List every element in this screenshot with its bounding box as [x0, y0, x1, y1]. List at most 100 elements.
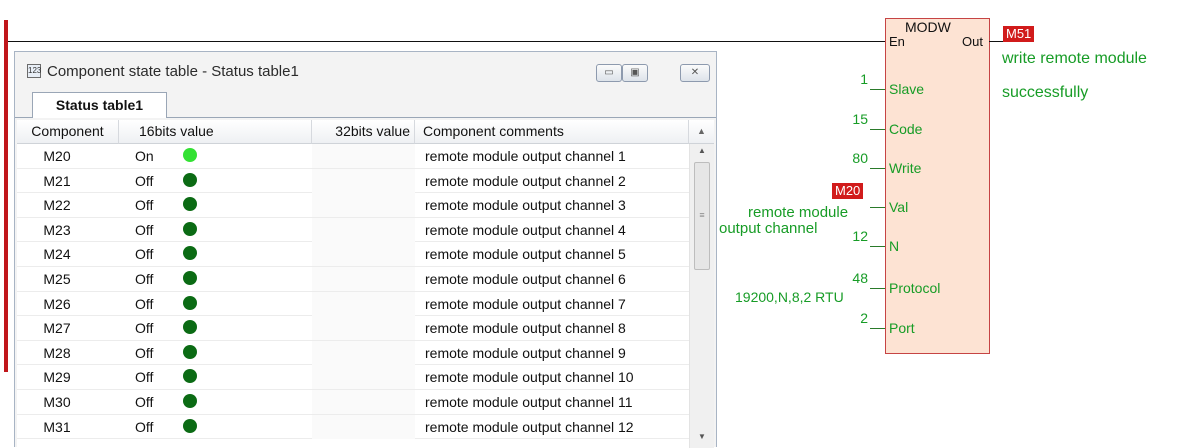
- status-led-icon[interactable]: [183, 246, 197, 261]
- cell-16bits-value: Off: [135, 369, 154, 386]
- pin-value-slave[interactable]: 1: [860, 71, 868, 87]
- pin-wire: [870, 328, 885, 329]
- cell-comment: remote module output channel 6: [425, 271, 626, 287]
- status-led-icon[interactable]: [183, 344, 197, 359]
- protocol-comment: 19200,N,8,2 RTU: [735, 289, 844, 305]
- pin-wire: [870, 89, 885, 90]
- pin-label-slave: Slave: [889, 81, 925, 97]
- pin-label-val: Val: [889, 199, 909, 215]
- cell-32bits-value: [312, 242, 415, 267]
- cell-16bits-value: Off: [135, 197, 154, 214]
- pin-value-protocol[interactable]: 48: [852, 270, 868, 286]
- status-led-icon[interactable]: [183, 271, 197, 285]
- table-row[interactable]: M24 Off remote module output channel 5: [17, 242, 689, 267]
- cell-comment: remote module output channel 2: [425, 172, 626, 189]
- table-row[interactable]: M26 Off remote module output channel 7: [17, 291, 689, 317]
- pin-value-port[interactable]: 2: [860, 310, 868, 326]
- cell-component: M27: [43, 320, 71, 337]
- status-led-icon[interactable]: [183, 172, 197, 187]
- table-row[interactable]: M23 Off remote module output channel 4: [17, 217, 689, 243]
- modw-function-block[interactable]: [885, 18, 990, 354]
- cell-component: M24: [43, 246, 71, 263]
- status-table-window: 123 Component state table - Status table…: [14, 51, 717, 448]
- cell-component: M28: [43, 344, 71, 361]
- vertical-scrollbar[interactable]: ▲ ≡ ▼: [689, 144, 714, 448]
- minimize-button[interactable]: ▭: [596, 64, 622, 82]
- cell-32bits-value: [312, 217, 415, 242]
- pin-label-protocol: Protocol: [889, 280, 941, 296]
- tab-status-table1[interactable]: Status table1: [32, 92, 167, 118]
- cell-component: M23: [43, 221, 71, 238]
- cell-32bits-value: [312, 414, 415, 439]
- status-grid: Component 16bits value 32bits value Comp…: [17, 120, 714, 448]
- cell-32bits-value: [312, 168, 415, 193]
- cell-component: M25: [43, 271, 71, 287]
- cell-16bits-value: Off: [135, 394, 154, 410]
- close-button[interactable]: ✕: [680, 64, 710, 82]
- status-led-icon[interactable]: [183, 197, 197, 212]
- cell-comment: remote module output channel 1: [425, 148, 626, 164]
- table-row[interactable]: M27 Off remote module output channel 8: [17, 316, 689, 341]
- output-wire: [989, 41, 1003, 42]
- cell-16bits-value: On: [135, 148, 154, 164]
- pin-label-n: N: [889, 238, 900, 254]
- cell-comment: remote module output channel 3: [425, 197, 626, 214]
- pin-value-write[interactable]: 80: [852, 150, 868, 166]
- cell-component: M31: [43, 418, 71, 435]
- pin-value-n[interactable]: 12: [852, 228, 868, 244]
- column-header-component[interactable]: Component: [17, 120, 119, 144]
- column-header-comments[interactable]: Component comments: [415, 120, 689, 144]
- val-comment-line2: output channel: [719, 220, 818, 237]
- scroll-down-icon[interactable]: ▼: [690, 432, 714, 446]
- status-led-icon[interactable]: [183, 148, 197, 162]
- column-header-32bits[interactable]: 32bits value: [312, 120, 415, 144]
- cell-comment: remote module output channel 9: [425, 344, 626, 361]
- status-led-icon[interactable]: [183, 369, 197, 384]
- cell-16bits-value: Off: [135, 221, 154, 238]
- block-name: MODW: [905, 19, 951, 35]
- column-header-16bits[interactable]: 16bits value: [119, 120, 312, 144]
- table-row[interactable]: M31 Off remote module output channel 12: [17, 414, 689, 440]
- pin-value-val[interactable]: M20: [832, 183, 864, 199]
- table-row[interactable]: M22 Off remote module output channel 3: [17, 193, 689, 218]
- status-led-icon[interactable]: [183, 320, 197, 335]
- cell-16bits-value: Off: [135, 172, 154, 189]
- block-enable-pin: En: [889, 34, 905, 49]
- cell-comment: remote module output channel 12: [425, 418, 634, 435]
- block-output-pin: Out: [962, 34, 983, 49]
- cell-32bits-value: [312, 193, 415, 218]
- status-led-icon[interactable]: [183, 394, 197, 408]
- cell-component: M26: [43, 295, 71, 312]
- val-comment-line1: remote module: [748, 204, 849, 221]
- output-coil-tag[interactable]: M51: [1003, 26, 1035, 42]
- status-led-icon[interactable]: [183, 418, 197, 433]
- cell-32bits-value: [312, 316, 415, 341]
- table-row[interactable]: M20 On remote module output channel 1: [17, 144, 689, 169]
- cell-16bits-value: Off: [135, 344, 154, 361]
- cell-32bits-value: [312, 340, 415, 365]
- table-row[interactable]: M21 Off remote module output channel 2: [17, 168, 689, 194]
- cell-comment: remote module output channel 10: [425, 369, 634, 386]
- scrollbar-thumb[interactable]: ≡: [694, 162, 710, 270]
- cell-comment: remote module output channel 7: [425, 295, 626, 312]
- table-row[interactable]: M25 Off remote module output channel 6: [17, 267, 689, 292]
- cell-16bits-value: Off: [135, 246, 154, 263]
- cell-32bits-value: [312, 365, 415, 390]
- table-row[interactable]: M29 Off remote module output channel 10: [17, 365, 689, 390]
- status-led-icon[interactable]: [183, 221, 197, 236]
- cell-32bits-value: [312, 267, 415, 291]
- status-led-icon[interactable]: [183, 295, 197, 310]
- rung-wire: [8, 41, 885, 42]
- pin-label-write: Write: [889, 160, 922, 176]
- table-row[interactable]: M28 Off remote module output channel 9: [17, 340, 689, 366]
- cell-component: M30: [43, 394, 71, 410]
- cell-component: M29: [43, 369, 71, 386]
- pin-wire: [870, 207, 885, 208]
- scroll-up-icon[interactable]: ▲: [690, 146, 714, 160]
- window-title-bar[interactable]: 123 Component state table - Status table…: [15, 52, 716, 92]
- sort-arrow-icon[interactable]: ▲: [689, 120, 714, 144]
- pin-value-code[interactable]: 15: [852, 111, 868, 127]
- table-row[interactable]: M30 Off remote module output channel 11: [17, 390, 689, 415]
- maximize-button[interactable]: ▣: [622, 64, 648, 82]
- pin-wire: [870, 288, 885, 289]
